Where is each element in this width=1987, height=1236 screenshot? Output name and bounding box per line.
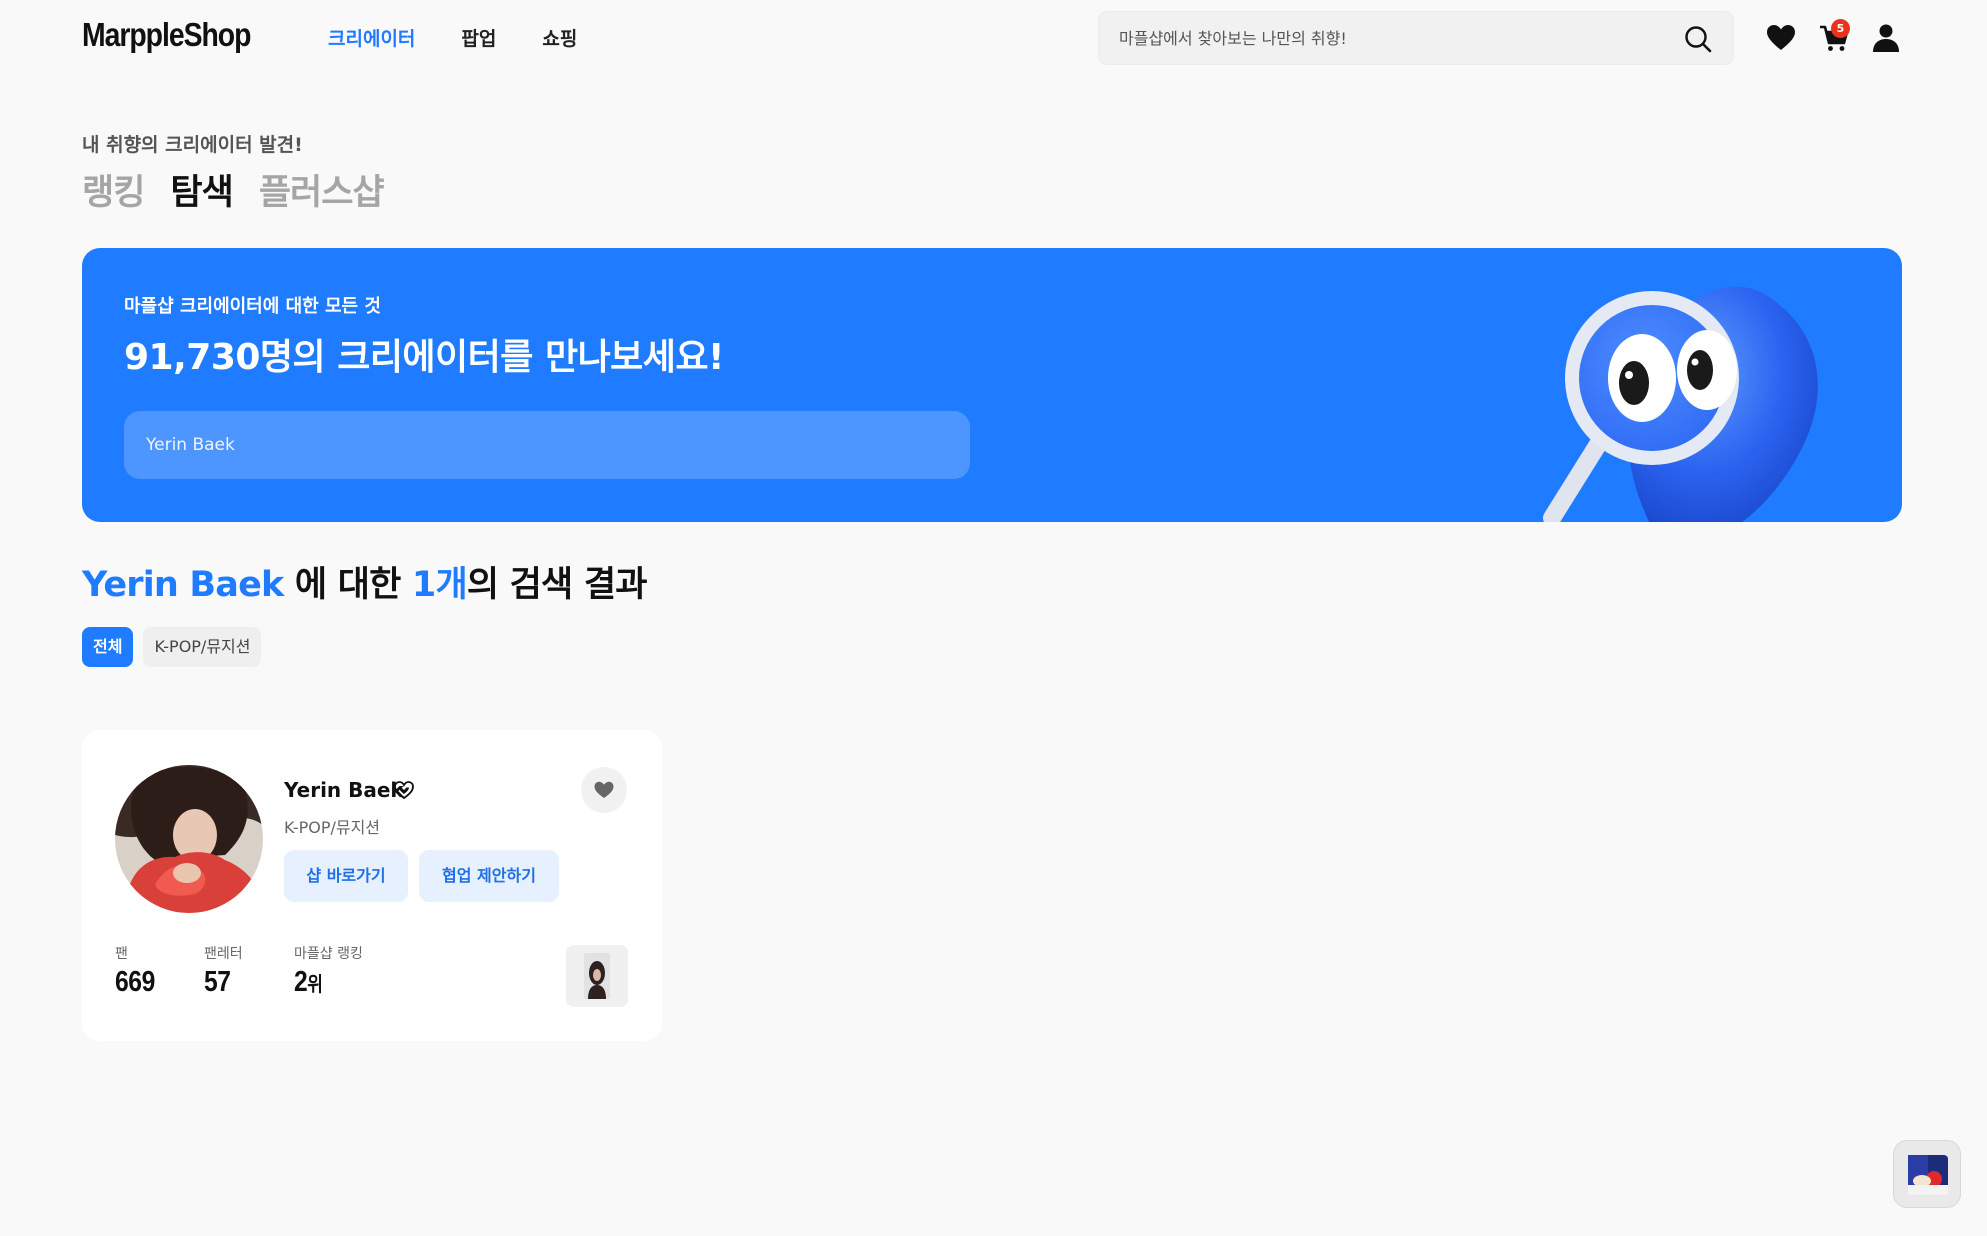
search-banner: 마플샵 크리에이터에 대한 모든 것 91,730명의 크리에이터를 만나보세요…: [82, 248, 1902, 522]
section-kicker: 내 취향의 크리에이터 발견!: [82, 134, 303, 156]
creator-category: K-POP/뮤지션: [284, 818, 381, 837]
category-filter-chips: 전체 K-POP/뮤지션: [82, 627, 262, 667]
stat-value-fan-letters: 57: [204, 966, 231, 998]
stat-label-ranking: 마플샵 랭킹: [294, 946, 363, 962]
creator-search-input[interactable]: [124, 411, 970, 479]
verified-heart-icon: [394, 781, 414, 800]
creator-tabs: 랭킹 탐색 플러스샵: [82, 164, 385, 215]
stat-value-fans: 669: [115, 966, 155, 998]
result-suffix: 의 검색 결과: [466, 565, 648, 605]
creator-avatar[interactable]: [115, 765, 263, 913]
result-count: 1개: [411, 565, 468, 605]
search-icon[interactable]: [1683, 24, 1713, 54]
tab-ranking[interactable]: 랭킹: [82, 164, 145, 215]
search-result-heading: Yerin Baek 에 대한 1개의 검색 결과: [82, 556, 647, 607]
cart-count-badge: 5: [1831, 19, 1850, 38]
top-header: MarppleShop 크리에이터 팝업 쇼핑 5: [0, 0, 1987, 76]
banner-title: 91,730명의 크리에이터를 만나보세요!: [124, 337, 724, 378]
floating-chat-button[interactable]: [1893, 1140, 1961, 1208]
nav-item-shopping[interactable]: 쇼핑: [542, 24, 577, 51]
heart-icon[interactable]: [1765, 22, 1797, 54]
go-to-shop-button[interactable]: 샵 바로가기: [284, 850, 408, 902]
tab-explore[interactable]: 탐색: [170, 164, 233, 215]
stat-label-fan-letters: 팬레터: [204, 946, 243, 962]
banner-kicker: 마플샵 크리에이터에 대한 모든 것: [124, 296, 381, 317]
product-thumbnail[interactable]: [566, 945, 628, 1007]
user-icon[interactable]: [1870, 22, 1902, 54]
header-search-input[interactable]: [1119, 12, 1659, 64]
header-search-box: [1098, 11, 1734, 65]
creator-card[interactable]: Yerin Baek K-POP/뮤지션 샵 바로가기 협업 제안하기 팬 66…: [82, 730, 662, 1041]
like-button[interactable]: [581, 767, 627, 813]
main-nav: 크리에이터 팝업 쇼핑: [328, 24, 577, 51]
result-mid-text: 에 대한: [283, 565, 412, 605]
stat-value-ranking: 2위: [294, 966, 323, 998]
stat-label-fans: 팬: [115, 946, 128, 962]
tab-plus-shop[interactable]: 플러스샵: [259, 164, 385, 215]
result-query: Yerin Baek: [82, 565, 284, 605]
chat-app-icon: [1908, 1155, 1948, 1195]
magnifier-mascot-illustration: [1543, 286, 1818, 522]
logo[interactable]: MarppleShop: [82, 16, 251, 54]
nav-item-creator[interactable]: 크리에이터: [328, 24, 415, 51]
creator-name[interactable]: Yerin Baek: [284, 778, 404, 802]
heart-icon: [594, 781, 614, 798]
filter-chip-all[interactable]: 전체: [82, 627, 134, 667]
collab-proposal-button[interactable]: 협업 제안하기: [419, 850, 559, 902]
filter-chip-kpop[interactable]: K-POP/뮤지션: [143, 627, 262, 667]
nav-item-popup[interactable]: 팝업: [461, 24, 496, 51]
